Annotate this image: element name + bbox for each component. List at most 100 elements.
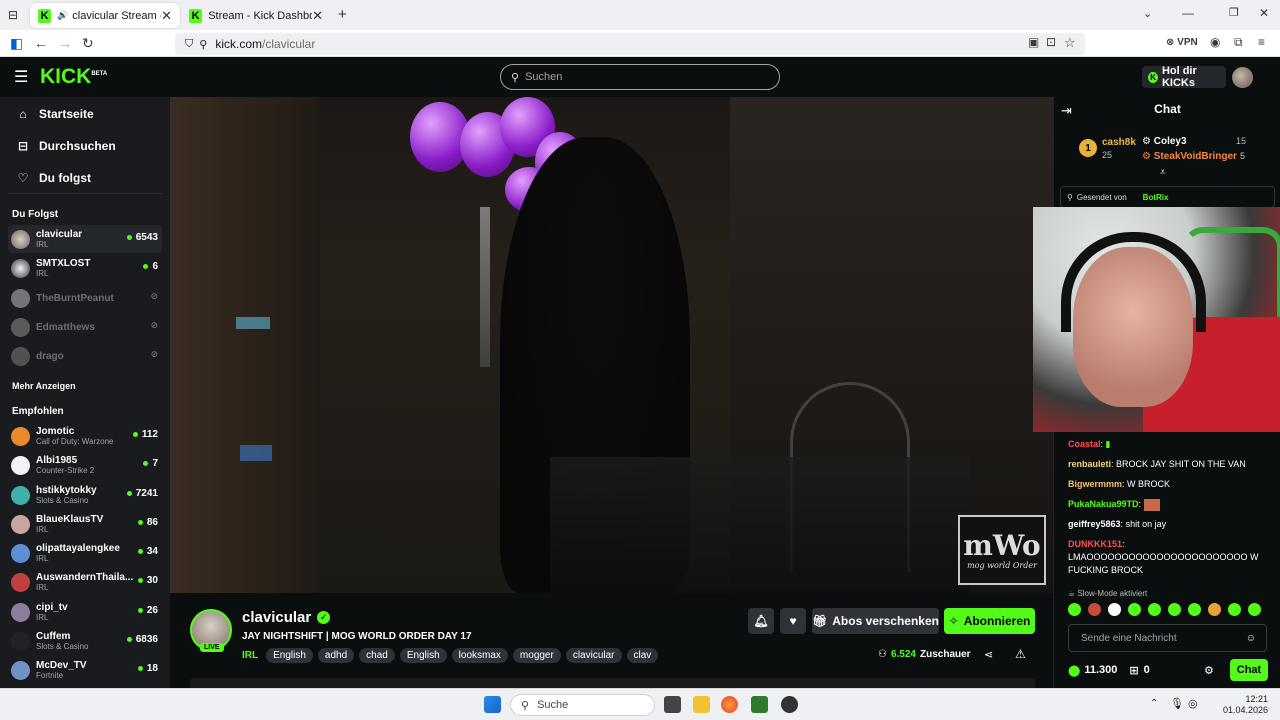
category-link[interactable]: IRL [242,650,258,661]
channel-cipi-tv[interactable]: cipi_tv IRL 26 [8,598,162,626]
sidebar-item-home[interactable]: ⌂ Startseite [16,107,93,121]
emoji-picker-icon[interactable]: ☺ [1246,633,1256,644]
emote-icon[interactable] [1188,603,1201,616]
emote-icon[interactable] [1228,603,1241,616]
tab-clavicular[interactable]: K 🔊 clavicular Stream - Watch L ✕ [30,3,180,28]
taskbar-search[interactable]: ⚲ Suche [510,694,655,716]
close-tab-icon[interactable]: ✕ [161,8,172,24]
emote-icon[interactable] [1248,603,1261,616]
system-clock[interactable]: 12:21 01.04.2026 [1204,694,1268,716]
chat-message-input[interactable]: Sende eine Nachricht ☺ [1068,624,1267,652]
gift-subs-button[interactable]: 🎁︎ Abos verschenken [812,608,939,634]
tab-list-icon[interactable]: ⊟ [8,8,18,22]
save-page-icon[interactable]: ⊡ [1046,35,1056,49]
hamburger-menu-icon[interactable]: ☰ [14,67,28,87]
tab-dashboard[interactable]: K Stream - Kick Dashboard ✕ [181,3,331,28]
app-icon[interactable] [781,696,798,713]
channel-olipattayalengkee[interactable]: olipattayalengkee IRL 34 [8,539,162,567]
extensions-icon[interactable]: ⧉ [1234,35,1243,50]
forward-icon[interactable]: → [58,35,72,51]
network-icon[interactable]: ◎ [1188,697,1198,710]
app-icon[interactable] [751,696,768,713]
notification-bell-button[interactable]: 🔔︎ [748,608,774,634]
emote-icon[interactable] [1208,603,1221,616]
audio-icon[interactable]: 🔊 [57,10,68,21]
channel-clavicular[interactable]: clavicular IRL 6543 [8,225,162,253]
sidebar-item-following[interactable]: ♡ Du folgst [16,171,91,185]
close-tab-icon[interactable]: ✕ [312,8,323,24]
send-chat-button[interactable]: Chat [1230,659,1268,681]
chat-settings-icon[interactable]: ⚙ [1204,664,1214,677]
channel-drago[interactable]: drago ⊘ [8,342,162,370]
back-icon[interactable]: ← [34,35,48,51]
task-view-icon[interactable] [664,696,681,713]
reload-icon[interactable]: ↻ [82,35,94,52]
gift-count[interactable]: 0 [1144,664,1150,676]
follow-button[interactable]: ♥ [780,608,806,634]
sidebar-toggle-icon[interactable]: ◧ [10,35,23,52]
tag[interactable]: clav [626,648,659,663]
channel-hstikkytokky[interactable]: hstikkytokky Slots & Casino 7241 [8,481,162,509]
firefox-icon[interactable] [721,696,738,713]
subscribe-button[interactable]: ✧ Abonnieren [944,608,1035,634]
streamer-name-text: clavicular [242,609,312,626]
viewer-count: 30 [146,575,158,586]
video-player[interactable]: mWo mog world Order [170,97,1053,593]
tab-dropdown-icon[interactable]: ⌄ [1143,7,1152,20]
microphone-icon[interactable]: 🎙︎ [1170,697,1184,710]
bookmark-star-icon[interactable]: ☆ [1064,35,1076,51]
channel-blaueklaustv[interactable]: BlaueKlausTV IRL 86 [8,510,162,538]
permissions-icon[interactable]: ⚲ [199,38,207,51]
new-tab-button[interactable]: + [338,6,347,23]
channel-mcdev-tv[interactable]: McDev_TV Fortnite 18 [8,656,162,684]
minimize-icon[interactable]: — [1182,6,1194,20]
picture-icon[interactable]: ▣ [1028,35,1039,49]
emote-icon[interactable] [1108,603,1121,616]
share-icon[interactable]: ⋖ [984,648,993,661]
emote-icon[interactable] [1088,603,1101,616]
viewer-count: 6543 [135,232,158,243]
tag[interactable]: adhd [317,648,355,663]
emote-icon[interactable] [1148,603,1161,616]
tag[interactable]: chad [359,648,395,663]
channel-cuffem[interactable]: Cuffem Slots & Casino 6836 [8,627,162,655]
tag[interactable]: mogger [512,648,561,663]
file-explorer-icon[interactable] [693,696,710,713]
tag[interactable]: clavicular [565,648,622,663]
show-more-link[interactable]: Mehr Anzeigen [12,381,76,391]
channel-edmatthews[interactable]: Edmatthews ⊘ [8,313,162,341]
user-avatar[interactable] [1232,67,1253,88]
kick-logo[interactable]: KICKBETA [40,65,107,89]
kicks-balance[interactable]: 11.300 [1084,664,1117,676]
search-input[interactable]: ⚲ Suchen [500,64,780,90]
menu-icon[interactable]: ≡ [1258,35,1265,49]
vpn-button[interactable]: ⊗ VPN [1166,37,1198,48]
expand-icon[interactable]: ⩡ [1160,167,1166,178]
emote-icon[interactable] [1168,603,1181,616]
channel-theburntpeanut[interactable]: TheBurntPeanut ⊘ [8,284,162,312]
channel-category: Counter-Strike 2 [36,465,95,475]
account-icon[interactable]: ◉ [1210,35,1220,49]
pinned-message[interactable]: ⚲ Gesendet von BotRix [1060,186,1275,208]
live-dot-icon [143,264,149,269]
shield-icon[interactable]: ⛉ [185,38,193,51]
restore-icon[interactable]: ❐ [1229,6,1239,19]
tray-expand-icon[interactable]: ⌃ [1150,698,1158,709]
url-bar[interactable]: ⛉ ⚲ kick.com/clavicular [175,33,1085,55]
tag[interactable]: English [399,648,447,663]
channel-jomotic[interactable]: Jomotic Call of Duty: Warzone 112 [8,422,162,450]
emote-icon[interactable] [1068,603,1081,616]
gift-leaderboard[interactable]: 1 cash8k 25 ⚙ Coley3 15 ⚙ SteakVoidBring… [1054,129,1280,179]
emote-icon[interactable] [1128,603,1141,616]
sidebar-item-browse[interactable]: ⊟ Durchsuchen [16,139,116,153]
streamer-name[interactable]: clavicular ✓ [242,609,331,626]
close-window-icon[interactable]: ✕ [1259,6,1269,20]
channel-smtxlost[interactable]: SMTXLOST IRL 6 [8,254,162,282]
channel-auswandernthailand[interactable]: AuswandernThaila... IRL 30 [8,568,162,596]
windows-start-icon[interactable] [484,696,501,713]
tag[interactable]: looksmax [451,648,508,663]
get-kicks-button[interactable]: K Hol dir KICKs [1142,65,1226,89]
channel-albi1985[interactable]: Albi1985 Counter-Strike 2 7 [8,451,162,479]
tag[interactable]: English [266,648,313,663]
report-icon[interactable]: ⚠ [1015,647,1026,661]
